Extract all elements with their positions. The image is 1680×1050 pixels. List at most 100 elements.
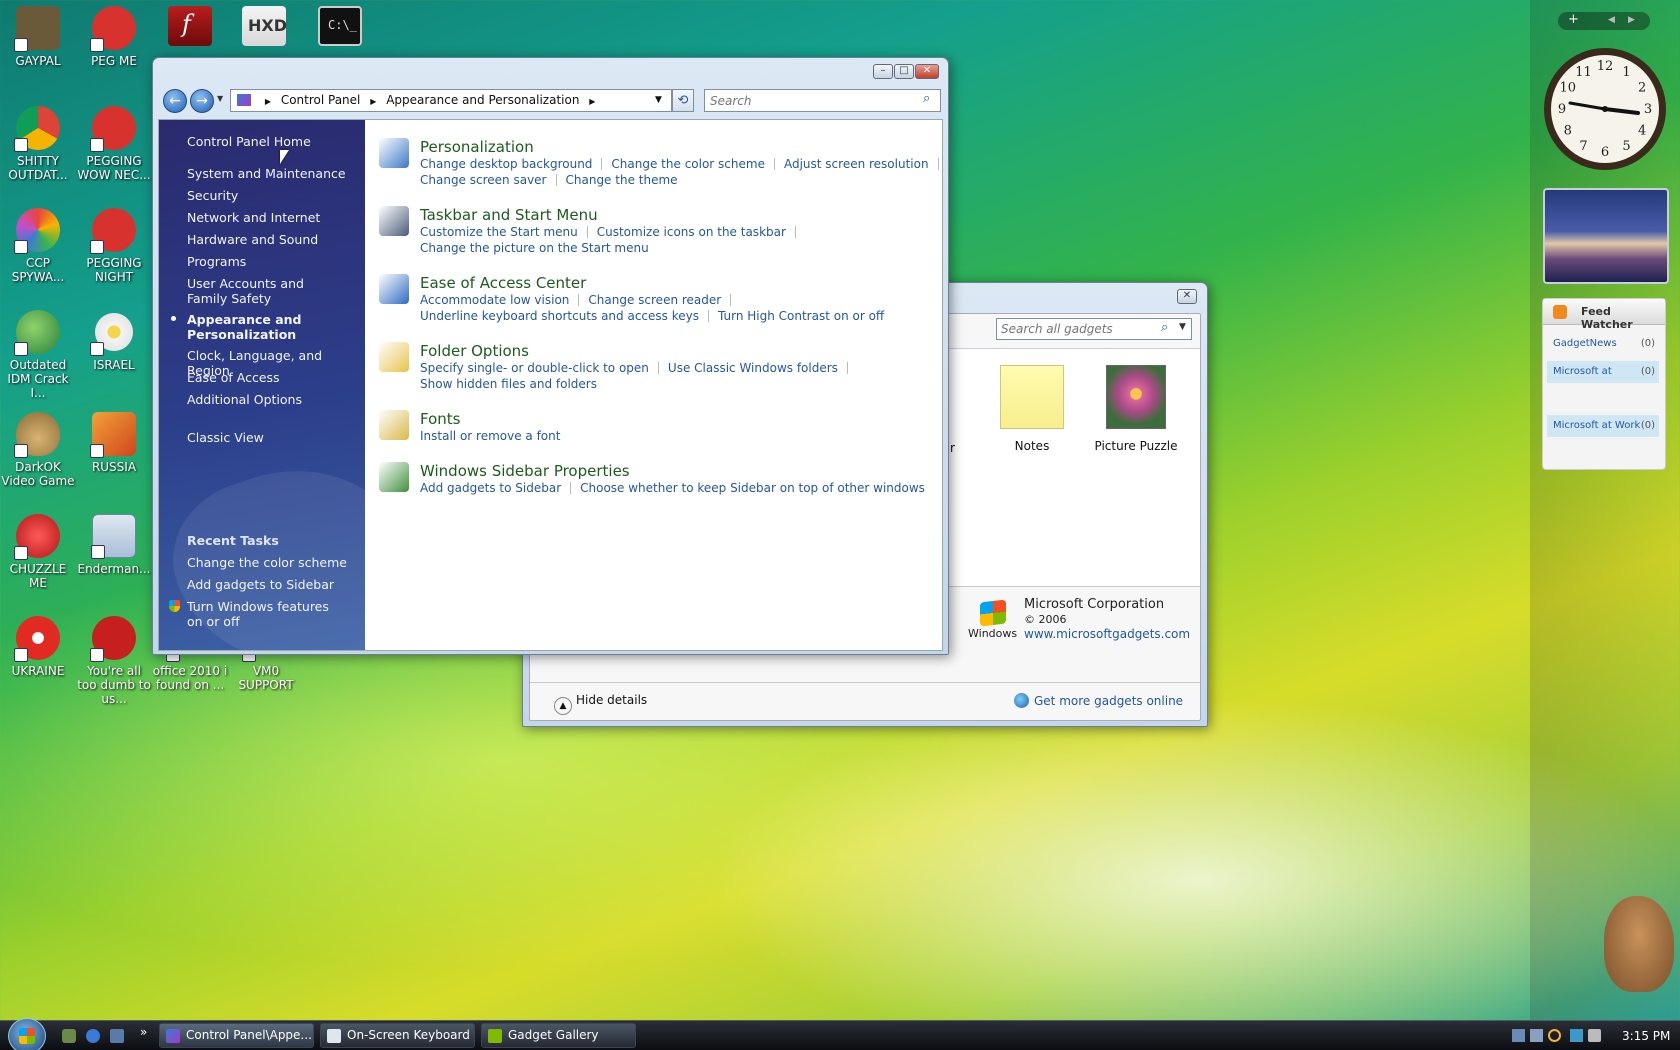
task-link[interactable]: Use Classic Windows folders (668, 361, 838, 375)
close-button[interactable]: ✕ (915, 64, 939, 79)
desktop-icon-israel[interactable]: ISRAEL (76, 308, 152, 372)
task-link[interactable]: Add gadgets to Sidebar (420, 481, 561, 495)
nav-additional-options[interactable]: Additional Options (187, 392, 302, 407)
show-more-icon[interactable]: » (140, 1025, 147, 1039)
task-link[interactable]: Turn High Contrast on or off (718, 309, 884, 323)
get-more-gadgets-link[interactable]: Get more gadgets online (1014, 693, 1183, 708)
task-link[interactable]: Accommodate low vision (420, 293, 569, 307)
close-button[interactable]: ✕ (1177, 289, 1197, 304)
task-link[interactable]: Change desktop background (420, 157, 592, 171)
task-link[interactable]: Change screen saver (420, 173, 547, 187)
desktop-icon-ukraine[interactable]: UKRAINE (0, 614, 76, 678)
forward-button[interactable]: → (190, 89, 214, 113)
console-icon[interactable]: C:\_ (318, 6, 362, 46)
task-link[interactable]: Show hidden files and folders (420, 377, 597, 391)
minimize-button[interactable]: – (873, 64, 893, 79)
taskbar-gadget-gallery[interactable]: Gadget Gallery (481, 1023, 636, 1048)
gadget-picture-puzzle[interactable]: Picture Puzzle (1086, 365, 1186, 475)
nav-control-panel-home[interactable]: Control Panel Home (187, 134, 311, 149)
nav-hardware-sound[interactable]: Hardware and Sound (187, 232, 318, 247)
category-title[interactable]: Taskbar and Start Menu (420, 206, 598, 224)
back-button[interactable]: ← (163, 89, 187, 113)
arrow-right-icon[interactable]: ▶ (1628, 15, 1635, 25)
feed-watcher-gadget[interactable]: Feed Watcher GadgetNews (0) Microsoft at(… (1542, 298, 1666, 470)
nav-programs[interactable]: Programs (187, 254, 246, 269)
search-box[interactable]: ⌕ (704, 89, 941, 112)
flash-icon[interactable]: f (168, 6, 212, 46)
desktop-icon-dev[interactable]: You're all too dumb to us... (76, 614, 152, 706)
gadget-search-input[interactable] (1001, 321, 1151, 337)
task-link[interactable]: Customize icons on the taskbar (597, 225, 786, 239)
task-link[interactable]: Change the picture on the Start menu (420, 241, 649, 255)
task-link[interactable]: Change the theme (566, 173, 678, 187)
task-link[interactable]: Specify single- or double-click to open (420, 361, 649, 375)
nav-appearance-personalization[interactable]: Appearance and Personalization (187, 312, 317, 342)
taskbar-on-screen-keyboard[interactable]: On-Screen Keyboard (320, 1023, 475, 1048)
task-link[interactable]: Change the color scheme (611, 157, 765, 171)
sidebar-tray-icon[interactable] (1512, 1029, 1525, 1042)
history-dropdown-icon[interactable]: ▼ (217, 94, 223, 103)
category-title[interactable]: Ease of Access Center (420, 274, 586, 292)
feed-row[interactable]: Microsoft at (0) (1547, 361, 1659, 383)
desktop-icon-chuzzle[interactable]: CHUZZLE ME (0, 512, 76, 590)
category-icon[interactable] (379, 274, 409, 304)
desktop-icon-chrome[interactable]: SHITTY OUTDAT... (0, 104, 76, 182)
chevron-down-icon[interactable]: ▼ (655, 90, 662, 111)
quick-launch-icon[interactable] (62, 1029, 76, 1043)
nav-security[interactable]: Security (187, 188, 238, 203)
task-link[interactable]: Choose whether to keep Sidebar on top of… (580, 481, 925, 495)
chevron-down-icon[interactable]: ▼ (1179, 322, 1186, 332)
feed-row[interactable]: Microsoft at Work (0) (1547, 415, 1659, 437)
show-desktop-icon[interactable] (110, 1029, 124, 1043)
category-title[interactable]: Fonts (420, 410, 460, 428)
search-icon[interactable]: ⌕ (1161, 320, 1168, 335)
network-tray-icon[interactable] (1530, 1029, 1543, 1042)
category-icon[interactable] (379, 462, 409, 492)
control-panel-window[interactable]: – □ ✕ ← → ▼ ▶ Control Panel ▶ Appearance… (152, 57, 949, 655)
slideshow-gadget[interactable] (1543, 188, 1669, 284)
taskbar-control-panel[interactable]: Control Panel\Appe... (159, 1023, 314, 1048)
display-tray-icon[interactable] (1570, 1029, 1583, 1042)
desktop-icon-enderman[interactable]: Enderman... (76, 512, 152, 576)
task-link[interactable]: Change screen reader (588, 293, 721, 307)
hide-details-button[interactable]: ▲ Hide details (554, 693, 647, 715)
desktop-icon-russia[interactable]: RUSSIA (76, 410, 152, 474)
category-title[interactable]: Folder Options (420, 342, 529, 360)
clock-gadget[interactable]: 12 12 3 45678 9 1011 (1540, 44, 1670, 174)
taskbar-clock[interactable]: 3:15 PM (1622, 1029, 1670, 1043)
search-input[interactable] (710, 93, 910, 109)
volume-tray-icon[interactable] (1588, 1029, 1601, 1042)
category-icon[interactable] (379, 342, 409, 372)
desktop-icon-ccp[interactable]: CCP SPYWA... (0, 206, 76, 284)
desktop-icon-idm[interactable]: Outdated IDM Crack I... (0, 308, 76, 400)
add-gadget-button[interactable]: + (1568, 12, 1579, 27)
task-link[interactable]: Customize the Start menu (420, 225, 578, 239)
hxd-icon[interactable]: HXD (242, 6, 287, 46)
recent-task-windows-features[interactable]: Turn Windows features on or off (187, 599, 347, 629)
arrow-left-icon[interactable]: ◀ (1608, 15, 1615, 25)
nav-network-internet[interactable]: Network and Internet (187, 210, 320, 225)
task-link[interactable]: Underline keyboard shortcuts and access … (420, 309, 699, 323)
nav-classic-view[interactable]: Classic View (187, 430, 264, 445)
refresh-button[interactable]: ⟲ (672, 89, 694, 112)
gadget-search-box[interactable]: ⌕ ▼ (996, 318, 1192, 340)
category-title[interactable]: Personalization (420, 138, 534, 156)
task-link[interactable]: Install or remove a font (420, 429, 560, 443)
recent-task-color-scheme[interactable]: Change the color scheme (187, 555, 347, 570)
search-icon[interactable]: ⌕ (923, 91, 930, 106)
desktop-icon-pegging-night[interactable]: PEGGING NIGHT (76, 206, 152, 284)
gadget-notes[interactable]: Notes (982, 365, 1082, 475)
address-bar[interactable]: ▶ Control Panel ▶ Appearance and Persona… (230, 89, 672, 112)
desktop-icon-pegging-wow[interactable]: PEGGING WOW NEC... (76, 104, 152, 182)
breadcrumb-control-panel[interactable]: Control Panel (281, 93, 361, 107)
category-icon[interactable] (379, 206, 409, 236)
nav-user-accounts[interactable]: User Accounts and Family Safety (187, 276, 337, 306)
feed-row[interactable]: GadgetNews (0) (1547, 333, 1659, 355)
recent-task-add-gadgets[interactable]: Add gadgets to Sidebar (187, 577, 334, 592)
category-icon[interactable] (379, 410, 409, 440)
maximize-button[interactable]: □ (894, 64, 914, 79)
quick-launch-icon[interactable] (86, 1029, 100, 1043)
nav-ease-of-access[interactable]: Ease of Access (187, 370, 280, 385)
task-link[interactable]: Adjust screen resolution (784, 157, 929, 171)
nav-system-maintenance[interactable]: System and Maintenance (187, 166, 346, 181)
